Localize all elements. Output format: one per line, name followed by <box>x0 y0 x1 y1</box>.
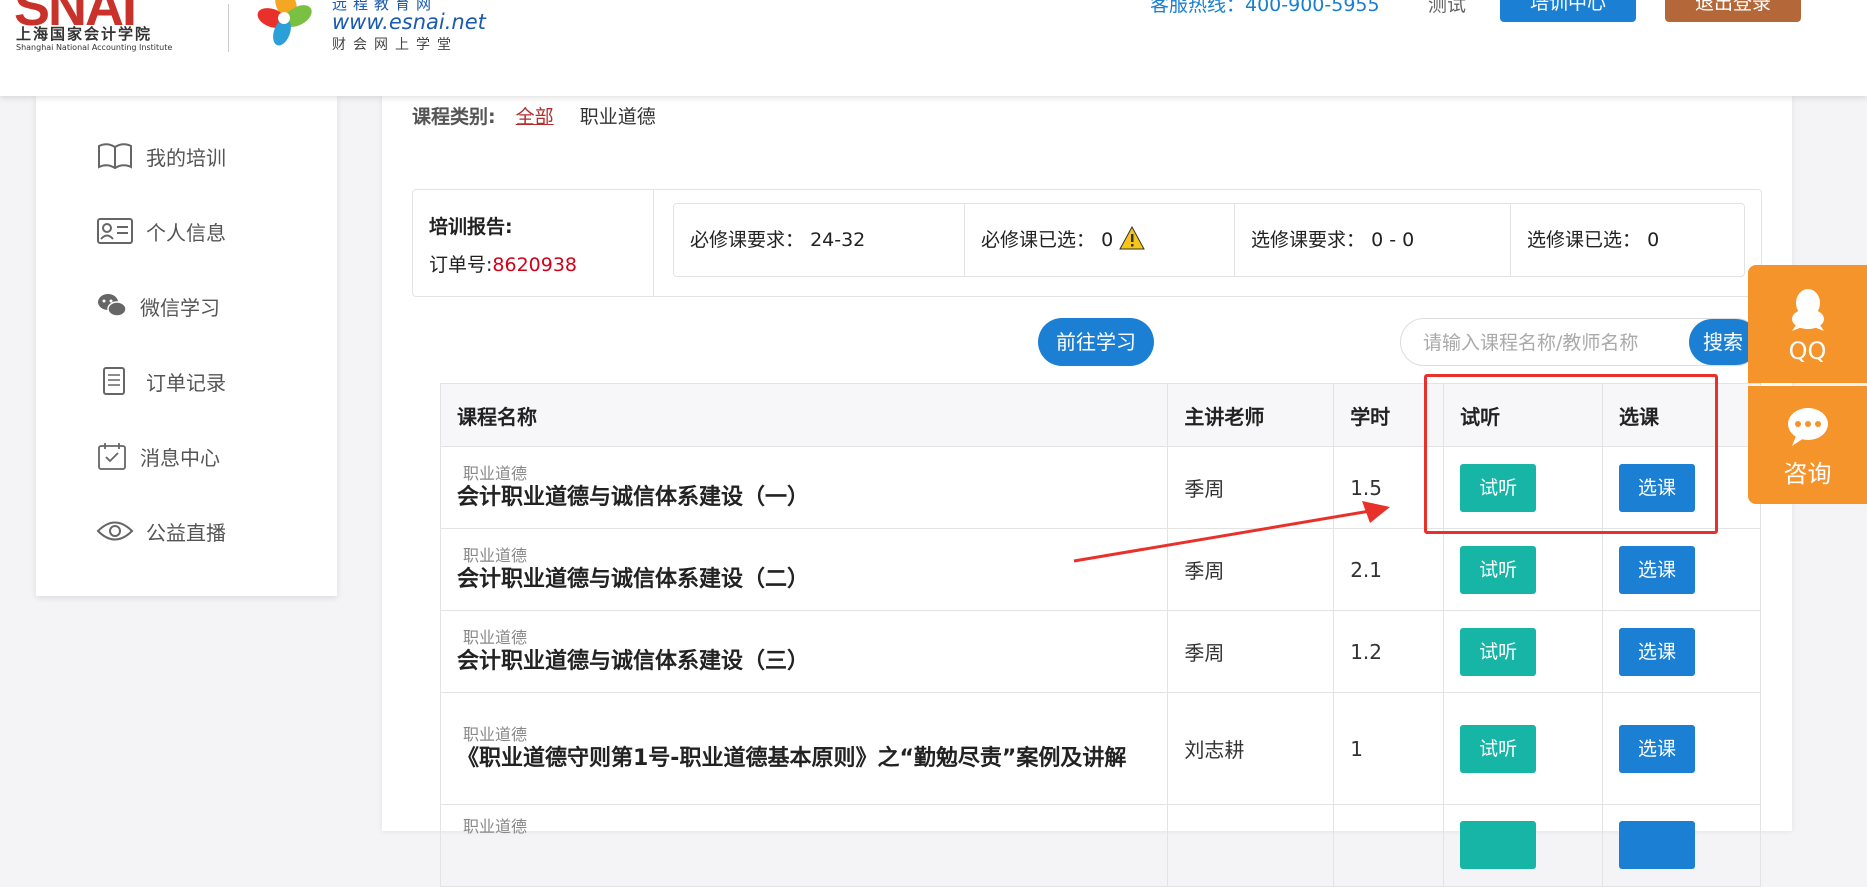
col-header-teacher: 主讲老师 <box>1167 383 1335 447</box>
category-filter: 课程类别: 全部 职业道德 <box>412 102 656 129</box>
select-course-button[interactable] <box>1619 821 1696 869</box>
stat-required-requirement: 必修课要求： 24-32 <box>674 204 964 276</box>
sidebar: 我的培训 个人信息 微信学习 订单记录 消息中心 公益直播 <box>36 96 337 596</box>
search-input[interactable] <box>1401 319 1705 365</box>
sidebar-item-label: 个人信息 <box>146 220 226 245</box>
course-name[interactable]: 会计职业道德与诚信体系建设（二） <box>457 566 1166 594</box>
snai-logo-cn: 上海国家会计学院 <box>16 25 153 43</box>
select-course-button[interactable]: 选课 <box>1619 545 1696 594</box>
float-qq-button[interactable]: QQ <box>1748 265 1867 383</box>
snai-logo-en: Shanghai National Accounting Institute <box>16 43 173 52</box>
go-study-button[interactable]: 前往学习 <box>1038 318 1154 366</box>
esnai-logo-line3: 财会网上学堂 <box>332 37 458 53</box>
calendar-check-icon <box>98 443 126 470</box>
report-summary: 培训报告: 订单号:8620938 <box>413 190 654 296</box>
top-header: SNAI 上海国家会计学院 Shanghai National Accounti… <box>0 0 1867 96</box>
course-category: 职业道德 <box>463 545 528 565</box>
course-hours: 1.2 <box>1333 610 1445 693</box>
report-stats: 必修课要求： 24-32 必修课已选： 0 选修课要求： 0 - 0 选修课已选… <box>673 203 1745 277</box>
red-arrow-annotation <box>1073 501 1390 563</box>
sidebar-item-label: 我的培训 <box>146 145 226 170</box>
course-category: 职业道德 <box>463 817 528 836</box>
stat-elective-requirement: 选修课要求： 0 - 0 <box>1234 204 1510 276</box>
stat-value: 0 <box>1101 229 1114 251</box>
wechat-icon <box>98 294 127 317</box>
stat-label: 选修课要求： <box>1251 229 1366 251</box>
category-item-ethics[interactable]: 职业道德 <box>580 106 656 128</box>
logout-button[interactable]: 退出登录 <box>1665 0 1801 22</box>
stat-value: 0 - 0 <box>1371 229 1415 251</box>
order-number: 订单号:8620938 <box>429 250 577 277</box>
highlight-box <box>1424 374 1718 534</box>
float-qq-label: QQ <box>1788 337 1827 365</box>
sidebar-item-orders[interactable]: 订单记录 <box>96 361 226 401</box>
col-header-course: 课程名称 <box>439 383 1169 447</box>
course-teacher: 季周 <box>1167 610 1335 693</box>
float-consult-button[interactable]: 咨询 <box>1748 386 1867 504</box>
flower-logo-icon <box>257 0 312 46</box>
sidebar-item-label: 微信学习 <box>140 295 220 320</box>
try-button[interactable]: 试听 <box>1460 545 1537 594</box>
try-button[interactable] <box>1460 821 1537 869</box>
sidebar-item-label: 公益直播 <box>146 520 226 545</box>
training-center-button[interactable]: 培训中心 <box>1500 0 1636 22</box>
training-report: 培训报告: 订单号:8620938 必修课要求： 24-32 必修课已选： 0 … <box>412 189 1762 297</box>
esnai-logo-url: www.esnai.net <box>332 10 486 34</box>
try-button[interactable]: 试听 <box>1460 627 1537 676</box>
sidebar-item-label: 订单记录 <box>146 370 226 395</box>
order-label: 订单号: <box>429 254 493 276</box>
warning-icon <box>1119 225 1146 250</box>
table-row: 职业道德 《职业道德守则第1号-职业道德基本原则》之“勤勉尽责”案例及讲解 刘志耕… <box>439 692 1761 805</box>
qq-icon <box>1792 289 1824 331</box>
category-label: 课程类别: <box>412 106 496 128</box>
category-all-link[interactable]: 全部 <box>516 106 554 128</box>
float-consult-label: 咨询 <box>1783 460 1832 488</box>
report-title: 培训报告: <box>429 216 513 238</box>
stat-value: 0 <box>1647 229 1660 251</box>
try-button[interactable]: 试听 <box>1460 724 1537 773</box>
stat-required-selected: 必修课已选： 0 <box>964 204 1234 276</box>
sidebar-item-label: 消息中心 <box>140 445 220 470</box>
course-hours: 1 <box>1333 692 1445 805</box>
hotline-text: 客服热线：400-900-5955 <box>1150 0 1380 16</box>
id-card-icon <box>97 218 133 244</box>
stat-label: 必修课要求： <box>690 229 805 251</box>
eye-icon <box>96 521 134 541</box>
course-teacher: 刘志耕 <box>1167 692 1335 805</box>
sidebar-item-messages[interactable]: 消息中心 <box>96 436 220 476</box>
course-name[interactable]: 会计职业道德与诚信体系建设（一） <box>457 484 1166 512</box>
course-category: 职业道德 <box>463 724 528 744</box>
stat-label: 选修课已选： <box>1527 229 1642 251</box>
select-course-button[interactable]: 选课 <box>1619 724 1696 773</box>
sidebar-item-wechat[interactable]: 微信学习 <box>96 286 220 326</box>
sidebar-item-profile[interactable]: 个人信息 <box>96 211 226 251</box>
chat-icon <box>1788 408 1828 446</box>
stat-elective-selected: 选修课已选： 0 <box>1510 204 1744 276</box>
table-row: 职业道德 <box>439 804 1761 887</box>
snai-logo[interactable]: SNAI 上海国家会计学院 Shanghai National Accounti… <box>14 0 204 66</box>
course-category: 职业道德 <box>463 463 528 483</box>
course-search: 搜索 <box>1400 318 1760 366</box>
stat-label: 必修课已选： <box>981 229 1096 251</box>
esnai-logo[interactable]: 远程教育网 www.esnai.net 财会网上学堂 <box>248 0 488 58</box>
book-icon <box>98 143 132 170</box>
course-category: 职业道德 <box>463 627 528 647</box>
document-icon <box>103 367 125 395</box>
course-name[interactable]: 《职业道德守则第1号-职业道德基本原则》之“勤勉尽责”案例及讲解 <box>457 745 1137 773</box>
user-name[interactable]: 测试 <box>1428 0 1466 17</box>
logo-divider <box>228 4 229 52</box>
select-course-button[interactable]: 选课 <box>1619 627 1696 676</box>
sidebar-item-my-training[interactable]: 我的培训 <box>96 136 226 176</box>
table-row: 职业道德 会计职业道德与诚信体系建设（三） 季周 1.2 试听 选课 <box>439 610 1761 693</box>
sidebar-item-live[interactable]: 公益直播 <box>96 511 226 551</box>
stat-value: 24-32 <box>810 229 866 251</box>
course-name[interactable]: 会计职业道德与诚信体系建设（三） <box>457 648 1166 676</box>
order-number-value: 8620938 <box>492 254 578 276</box>
